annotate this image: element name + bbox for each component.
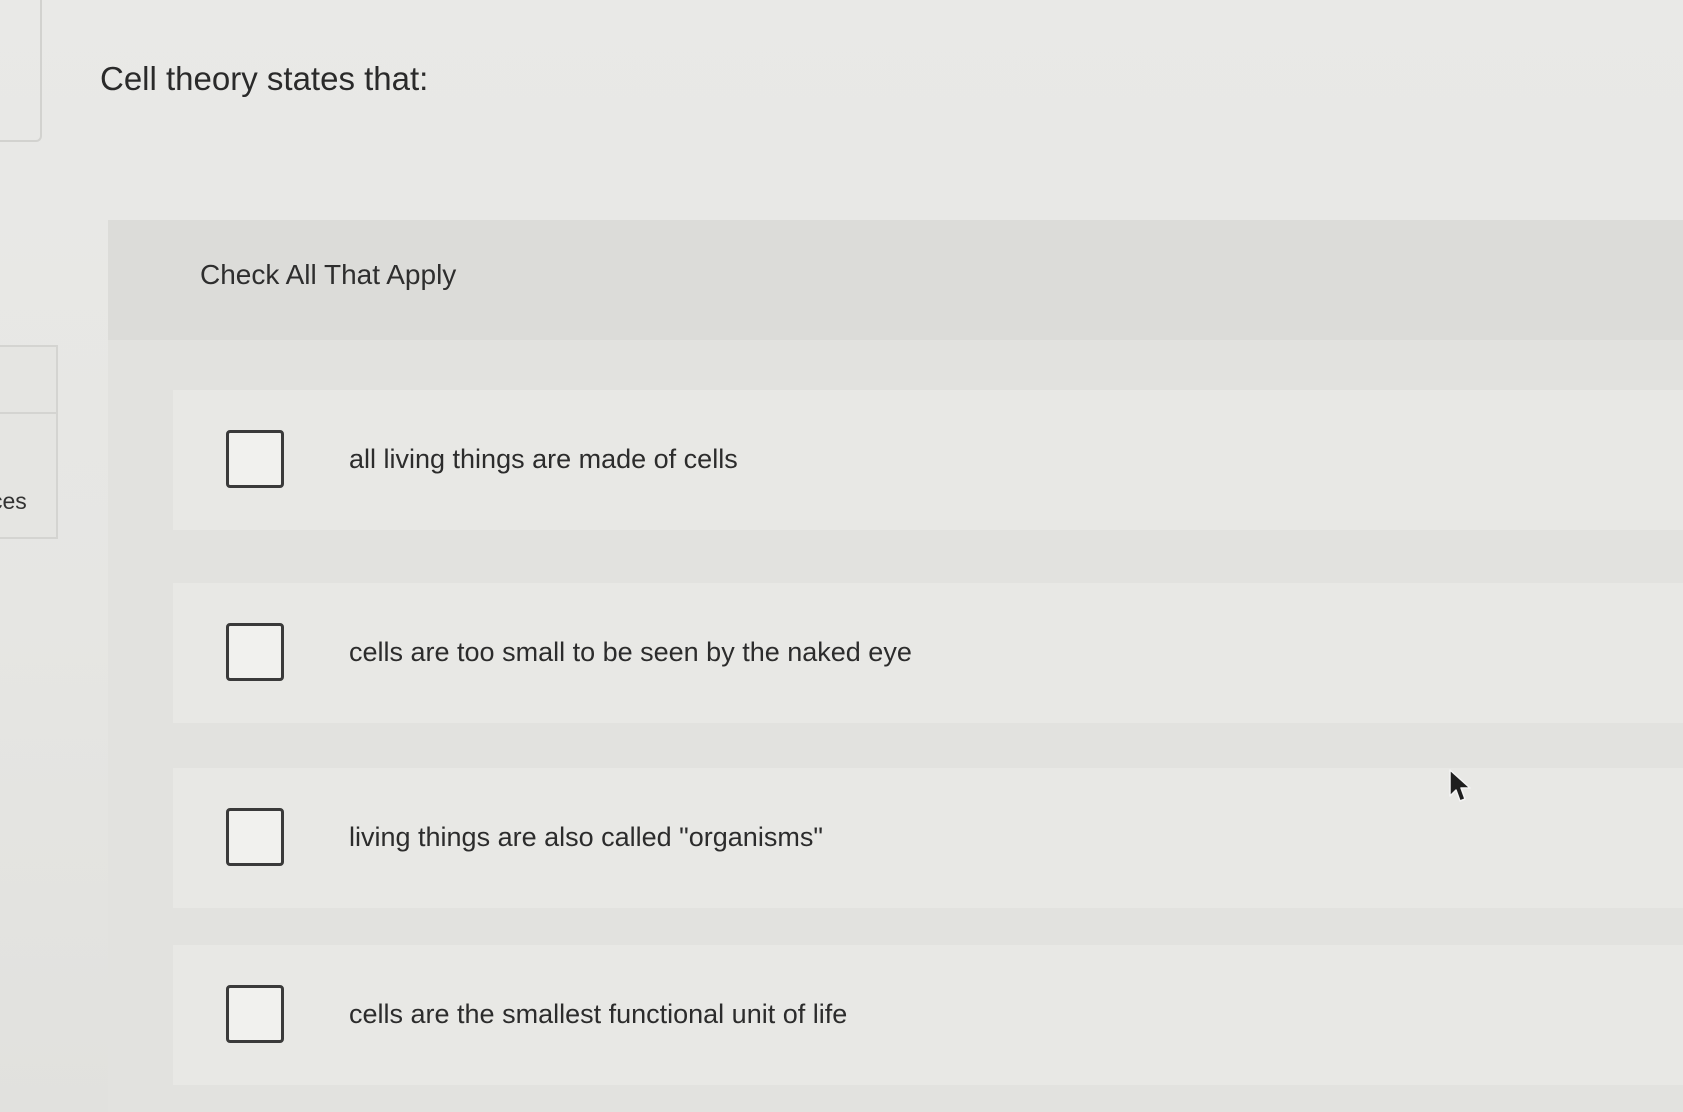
option-row-2[interactable]: cells are too small to be seen by the na… <box>173 583 1683 723</box>
sidebar-divider <box>0 412 56 414</box>
option-checkbox-1[interactable] <box>226 430 284 488</box>
option-label-2[interactable]: cells are too small to be seen by the na… <box>349 637 912 668</box>
option-checkbox-4[interactable] <box>226 985 284 1043</box>
check-all-instruction: Check All That Apply <box>200 259 457 290</box>
option-row-4[interactable]: cells are the smallest functional unit o… <box>173 945 1683 1085</box>
option-row-1[interactable]: all living things are made of cells <box>173 390 1683 530</box>
panel-header: Check All That Apply <box>108 220 1683 340</box>
sidebar-tab-label[interactable]: ces <box>0 488 27 515</box>
question-title: Cell theory states that: <box>100 60 429 97</box>
option-label-1[interactable]: all living things are made of cells <box>349 444 738 475</box>
option-label-4[interactable]: cells are the smallest functional unit o… <box>349 999 847 1030</box>
option-label-3[interactable]: living things are also called "organisms… <box>349 822 823 853</box>
answer-panel: Check All That Apply all living things a… <box>108 220 1683 1112</box>
option-checkbox-3[interactable] <box>226 808 284 866</box>
left-rail-panel <box>0 0 42 142</box>
mouse-pointer-icon <box>1449 769 1471 802</box>
option-checkbox-2[interactable] <box>226 623 284 681</box>
